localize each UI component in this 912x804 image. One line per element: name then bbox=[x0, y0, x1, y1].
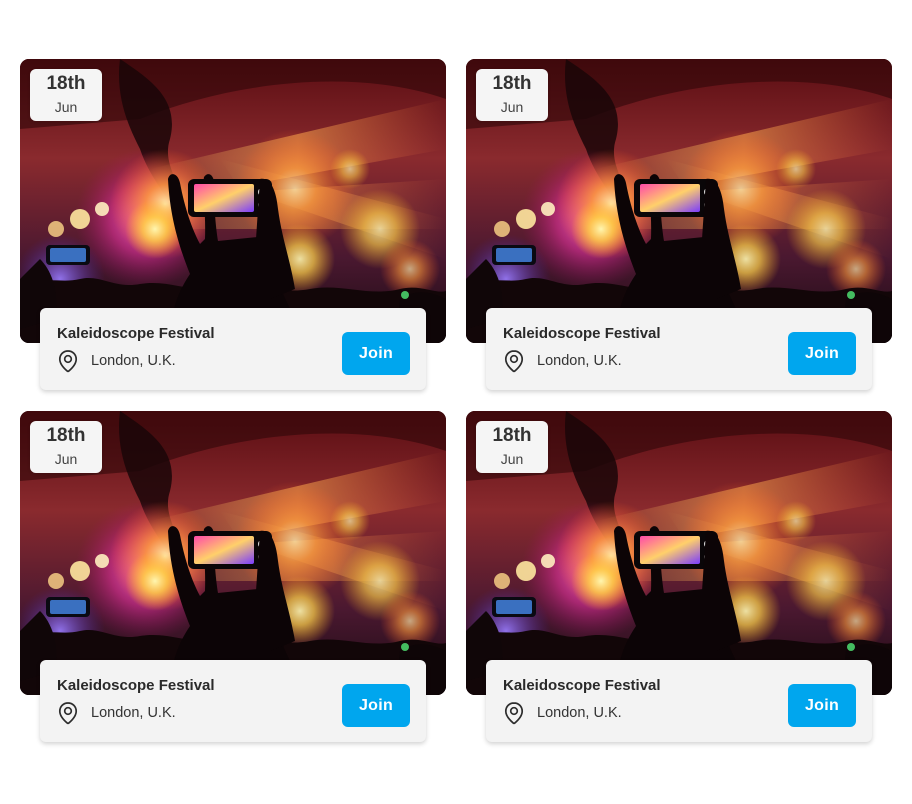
event-location: London, U.K. bbox=[58, 701, 176, 725]
location-label: London, U.K. bbox=[91, 705, 176, 721]
join-button[interactable]: Join bbox=[788, 332, 856, 375]
event-title: Kaleidoscope Festival bbox=[503, 325, 661, 342]
event-info-panel: Kaleidoscope Festival London, U.K. Join bbox=[40, 308, 426, 390]
date-month: Jun bbox=[54, 99, 78, 115]
event-title: Kaleidoscope Festival bbox=[57, 677, 215, 694]
map-pin-icon bbox=[58, 350, 78, 373]
event-title: Kaleidoscope Festival bbox=[503, 677, 661, 694]
join-button[interactable]: Join bbox=[342, 332, 410, 375]
date-day: 18th bbox=[46, 73, 86, 94]
event-card[interactable]: 18th Jun Kaleidoscope Festival London, U… bbox=[466, 411, 892, 747]
event-card-grid: 18th Jun Kaleidoscope Festival London, U… bbox=[0, 0, 912, 804]
map-pin-icon bbox=[58, 702, 78, 725]
event-location: London, U.K. bbox=[504, 349, 622, 373]
event-info-panel: Kaleidoscope Festival London, U.K. Join bbox=[486, 308, 872, 390]
event-location: London, U.K. bbox=[504, 701, 622, 725]
location-label: London, U.K. bbox=[91, 353, 176, 369]
event-card[interactable]: 18th Jun Kaleidoscope Festival London, U… bbox=[20, 411, 446, 747]
map-pin-icon bbox=[504, 350, 524, 373]
join-button[interactable]: Join bbox=[788, 684, 856, 727]
date-day: 18th bbox=[46, 425, 86, 446]
date-month: Jun bbox=[500, 99, 524, 115]
event-title: Kaleidoscope Festival bbox=[57, 325, 215, 342]
event-card[interactable]: 18th Jun Kaleidoscope Festival London, U… bbox=[466, 59, 892, 395]
date-badge: 18th Jun bbox=[30, 421, 102, 473]
date-month: Jun bbox=[54, 451, 78, 467]
event-location: London, U.K. bbox=[58, 349, 176, 373]
map-pin-icon bbox=[504, 702, 524, 725]
location-label: London, U.K. bbox=[537, 353, 622, 369]
event-card[interactable]: 18th Jun Kaleidoscope Festival London, U… bbox=[20, 59, 446, 395]
date-badge: 18th Jun bbox=[476, 421, 548, 473]
event-info-panel: Kaleidoscope Festival London, U.K. Join bbox=[486, 660, 872, 742]
join-button[interactable]: Join bbox=[342, 684, 410, 727]
event-info-panel: Kaleidoscope Festival London, U.K. Join bbox=[40, 660, 426, 742]
date-day: 18th bbox=[492, 425, 532, 446]
date-month: Jun bbox=[500, 451, 524, 467]
location-label: London, U.K. bbox=[537, 705, 622, 721]
date-badge: 18th Jun bbox=[476, 69, 548, 121]
date-badge: 18th Jun bbox=[30, 69, 102, 121]
date-day: 18th bbox=[492, 73, 532, 94]
